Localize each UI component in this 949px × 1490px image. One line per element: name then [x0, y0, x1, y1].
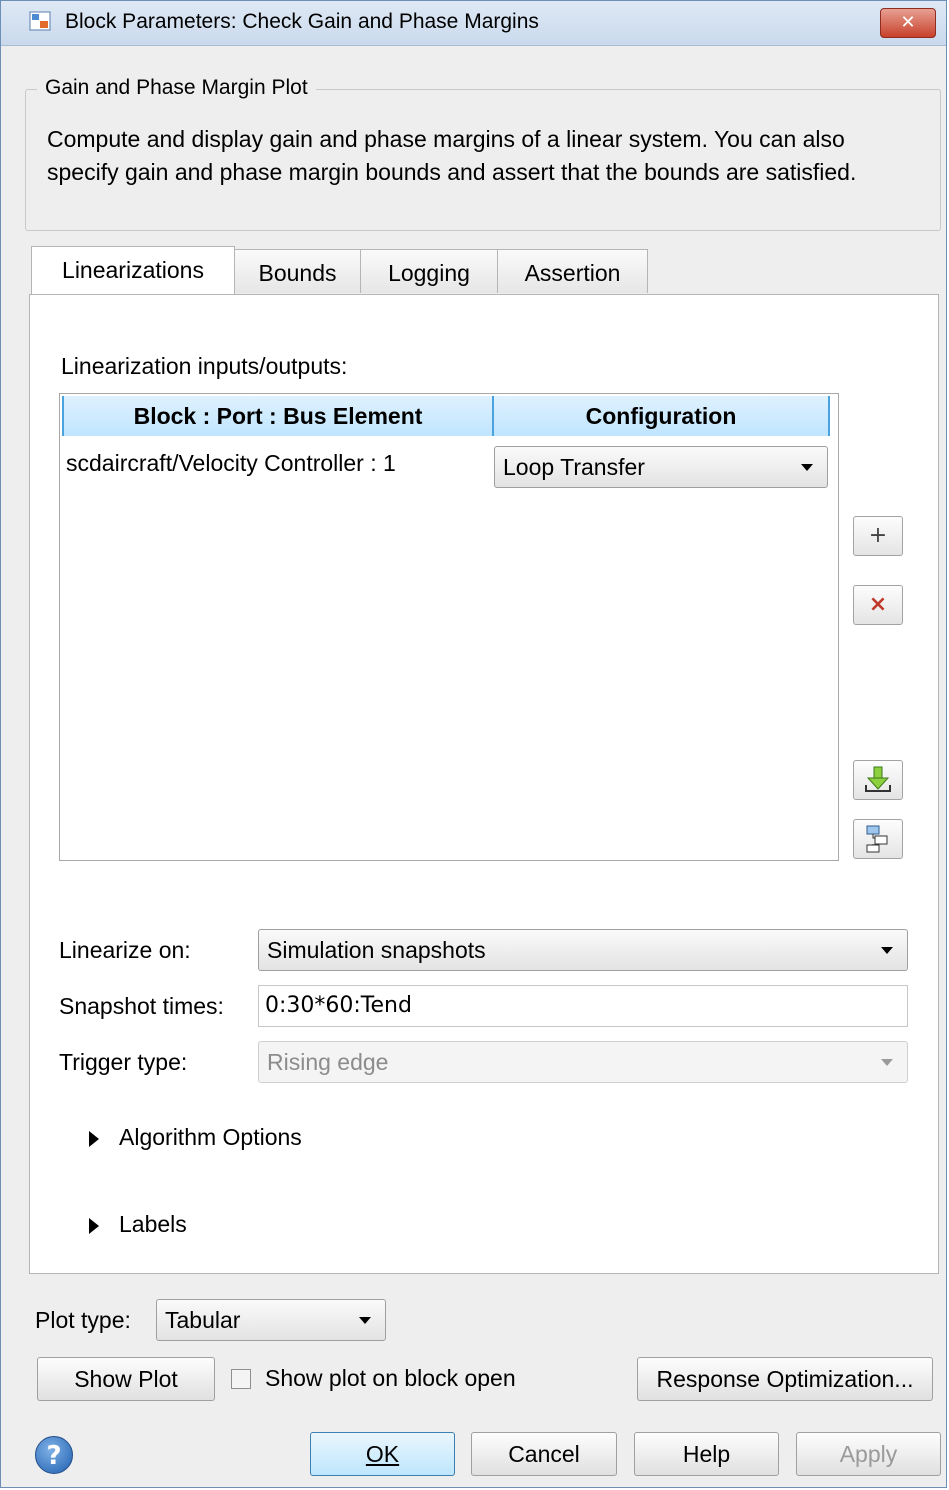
trigger-type-value: Rising edge: [267, 1049, 389, 1075]
labels-label: Labels: [119, 1211, 187, 1237]
column-header-configuration[interactable]: Configuration: [492, 396, 830, 436]
tab-linearizations[interactable]: Linearizations: [31, 246, 235, 294]
tab-bounds[interactable]: Bounds: [234, 249, 361, 293]
import-button[interactable]: [853, 760, 903, 800]
help-button[interactable]: Help: [634, 1432, 779, 1476]
response-optimization-button[interactable]: Response Optimization...: [637, 1357, 933, 1401]
expand-arrow-icon: [89, 1218, 99, 1234]
download-arrow-icon: [865, 766, 891, 792]
cell-block[interactable]: scdaircraft/Velocity Controller : 1: [66, 442, 396, 484]
signal-blocks-icon: [866, 825, 888, 853]
column-header-block[interactable]: Block : Port : Bus Element: [62, 396, 494, 436]
chevron-down-icon: [881, 1059, 893, 1066]
chevron-down-icon: [801, 464, 813, 471]
window-title: Block Parameters: Check Gain and Phase M…: [65, 10, 539, 33]
close-button[interactable]: ✕: [880, 8, 936, 38]
tab-logging[interactable]: Logging: [360, 249, 498, 293]
delete-button[interactable]: ×: [853, 585, 903, 625]
algorithm-options-label: Algorithm Options: [119, 1124, 302, 1150]
chevron-down-icon: [359, 1317, 371, 1324]
linearize-on-dropdown[interactable]: Simulation snapshots: [258, 929, 908, 971]
apply-button[interactable]: Apply: [796, 1432, 941, 1476]
block-icon: [29, 11, 51, 31]
show-on-open-checkbox[interactable]: [231, 1369, 251, 1389]
plot-type-dropdown[interactable]: Tabular: [156, 1299, 386, 1341]
snapshot-times-value: 0:30*60:Tend: [265, 993, 412, 1018]
show-plot-button[interactable]: Show Plot: [37, 1357, 215, 1401]
snapshot-times-field[interactable]: 0:30*60:Tend: [258, 985, 908, 1027]
io-label: Linearization inputs/outputs:: [61, 353, 348, 379]
model-selection-button[interactable]: [853, 819, 903, 859]
group-description: Compute and display gain and phase margi…: [47, 126, 857, 185]
configuration-value: Loop Transfer: [503, 454, 645, 480]
trigger-type-dropdown[interactable]: Rising edge: [258, 1041, 908, 1083]
tab-assertion[interactable]: Assertion: [497, 249, 648, 293]
io-table: Block : Port : Bus Element Configuration…: [59, 393, 839, 861]
block-parameters-dialog: Block Parameters: Check Gain and Phase M…: [0, 0, 947, 1488]
ok-button[interactable]: OK: [310, 1432, 455, 1476]
configuration-dropdown[interactable]: Loop Transfer: [494, 446, 828, 488]
linearize-on-value: Simulation snapshots: [267, 937, 486, 963]
title-bar: Block Parameters: Check Gain and Phase M…: [1, 1, 946, 46]
plot-type-value: Tabular: [165, 1307, 241, 1333]
cancel-button[interactable]: Cancel: [471, 1432, 617, 1476]
add-button[interactable]: +: [853, 516, 903, 556]
expand-arrow-icon: [89, 1131, 99, 1147]
help-icon[interactable]: ?: [35, 1436, 73, 1474]
trigger-type-label: Trigger type:: [59, 1049, 188, 1075]
chevron-down-icon: [881, 947, 893, 954]
plot-type-label: Plot type:: [35, 1307, 131, 1333]
linearize-on-label: Linearize on:: [59, 937, 191, 963]
group-legend: Gain and Phase Margin Plot: [37, 76, 316, 100]
snapshot-times-label: Snapshot times:: [59, 993, 224, 1019]
show-on-open-label: Show plot on block open: [265, 1365, 516, 1391]
